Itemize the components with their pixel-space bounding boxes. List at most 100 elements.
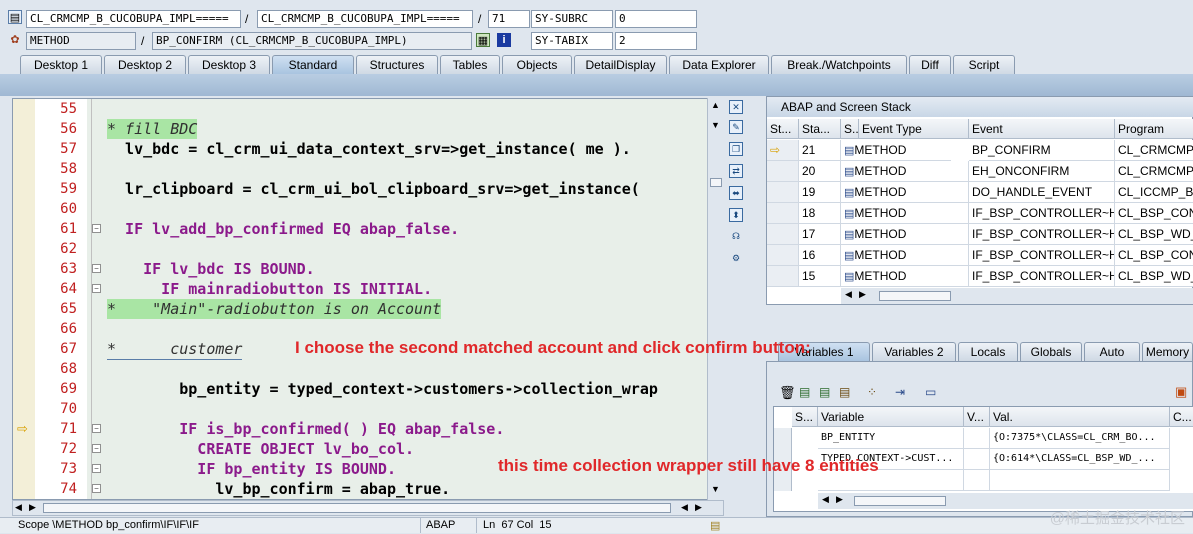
info-icon[interactable]: i: [497, 33, 511, 47]
col-header[interactable]: Program: [1115, 119, 1193, 139]
tab-detaildisplay[interactable]: DetailDisplay: [574, 55, 667, 74]
event-field[interactable]: BP_CONFIRM (CL_CRMCMP_B_CUCOBUPA_IMPL): [152, 32, 472, 50]
fold-toggle-icon[interactable]: −: [92, 464, 101, 473]
fold-toggle-icon[interactable]: −: [92, 264, 101, 273]
stack-program: CL_CRMCMP_B: [1115, 161, 1193, 182]
notes-icon[interactable]: ▤: [710, 519, 720, 534]
col-header[interactable]: Event: [969, 119, 1115, 139]
col-header[interactable]: St...: [767, 119, 799, 139]
save-icon[interactable]: ▣: [1175, 384, 1187, 400]
scroll-left-icon[interactable]: ◀: [822, 494, 829, 505]
scroll-thumb[interactable]: [43, 503, 671, 513]
col-header[interactable]: V...: [964, 407, 990, 427]
code-line-73: IF bp_entity IS BOUND.: [107, 460, 396, 478]
tab-variables-2[interactable]: Variables 2: [872, 342, 956, 361]
fold-toggle-icon[interactable]: −: [92, 484, 101, 493]
tab-diff[interactable]: Diff: [909, 55, 951, 74]
watermark: @稀土掘金技术社区: [1049, 510, 1185, 527]
code-line-74: lv_bp_confirm = abap_true.: [107, 480, 451, 498]
tab-globals[interactable]: Globals: [1020, 342, 1082, 361]
list-icon[interactable]: ▤: [799, 385, 810, 399]
tab-auto[interactable]: Auto: [1084, 342, 1140, 361]
sysval-field[interactable]: 0: [615, 10, 697, 28]
include-field[interactable]: CL_CRMCMP_B_CUCOBUPA_IMPL=====: [257, 10, 473, 28]
delete-icon[interactable]: 🗑: [779, 385, 796, 401]
fold-toggle-icon[interactable]: −: [92, 424, 101, 433]
tab-objects[interactable]: Objects: [502, 55, 572, 74]
tab-locals[interactable]: Locals: [958, 342, 1018, 361]
list-icon[interactable]: ▤: [839, 385, 850, 399]
sysval2-field[interactable]: 2: [615, 32, 697, 50]
var-value-empty[interactable]: [990, 470, 1170, 491]
tab-script[interactable]: Script: [953, 55, 1015, 74]
col-header[interactable]: C...: [1170, 407, 1193, 427]
col-header[interactable]: S...: [792, 407, 818, 427]
tab-breakpoints[interactable]: Break./Watchpoints: [771, 55, 907, 74]
fold-toggle-icon[interactable]: −: [92, 444, 101, 453]
current-stack-arrow-icon: ⇨: [767, 140, 799, 161]
tab-standard[interactable]: Standard: [272, 55, 354, 74]
breakpoint-gutter[interactable]: [13, 99, 35, 499]
scroll-left-icon[interactable]: ◀: [845, 289, 852, 300]
event-type-field[interactable]: METHOD: [26, 32, 136, 50]
scroll-left-icon[interactable]: ◀: [681, 502, 688, 513]
position-text: Ln 67 Col 15: [483, 519, 552, 531]
sysvar-field[interactable]: SY-SUBRC: [531, 10, 613, 28]
scope-text: Scope \METHOD bp_confirm\IF\IF\IF: [18, 519, 199, 531]
tab-structures[interactable]: Structures: [356, 55, 438, 74]
scroll-right-icon[interactable]: ▶: [836, 494, 843, 505]
grid-icon[interactable]: ⁘: [867, 385, 877, 399]
scroll-right-icon[interactable]: ▶: [859, 289, 866, 300]
folder-icon[interactable]: ▭: [925, 385, 936, 399]
copy-icon[interactable]: ❐: [729, 142, 743, 156]
var-name[interactable]: BP_ENTITY: [818, 428, 964, 449]
tab-tables[interactable]: Tables: [440, 55, 500, 74]
fold-toggle-icon[interactable]: −: [92, 284, 101, 293]
source-editor[interactable]: 55 56 57 58 59 60 61 62 63 64 65 66 67 6…: [12, 98, 724, 500]
maximize-icon[interactable]: ⬌: [729, 186, 743, 200]
tools-icon[interactable]: ⚙: [729, 252, 743, 266]
col-header[interactable]: S...: [841, 119, 859, 139]
scroll-right-icon[interactable]: ▶: [695, 502, 702, 513]
sysvar2-field[interactable]: SY-TABIX: [531, 32, 613, 50]
scroll-thumb[interactable]: [710, 178, 722, 187]
close-icon[interactable]: ✕: [729, 100, 743, 114]
line-field[interactable]: 71: [488, 10, 530, 28]
scroll-up-icon[interactable]: ▲: [711, 100, 720, 110]
scroll-down-icon[interactable]: ▼: [711, 120, 720, 130]
scroll-left-icon[interactable]: ◀: [15, 502, 22, 513]
var-value[interactable]: {O:614*\CLASS=CL_BSP_WD_...: [990, 449, 1170, 470]
scroll-thumb[interactable]: [879, 291, 951, 301]
editor-horizontal-scrollbar[interactable]: ◀ ▶ ◀ ▶: [12, 500, 724, 516]
code-line-71: IF is_bp_confirmed( ) EQ abap_false.: [107, 420, 505, 438]
tab-memory[interactable]: Memory: [1142, 342, 1193, 361]
scroll-thumb[interactable]: [854, 496, 946, 506]
tab-desktop-3[interactable]: Desktop 3: [188, 55, 270, 74]
var-value[interactable]: {O:7375*\CLASS=CL_CRM_BO...: [990, 428, 1170, 449]
scroll-down-icon[interactable]: ▼: [711, 484, 720, 494]
stack-event: DO_HANDLE_EVENT: [969, 182, 1115, 203]
scroll-right-icon[interactable]: ▶: [29, 502, 36, 513]
tab-data-explorer[interactable]: Data Explorer: [669, 55, 769, 74]
fold-toggle-icon[interactable]: −: [92, 224, 101, 233]
list-icon[interactable]: ▤: [819, 385, 830, 399]
code-line-67: * customer: [107, 340, 243, 360]
stack-event: IF_BSP_CONTROLLER~H...: [969, 266, 1115, 287]
tab-desktop-2[interactable]: Desktop 2: [104, 55, 186, 74]
col-header[interactable]: Val.: [990, 407, 1170, 427]
editor-vertical-scrollbar[interactable]: ▲ ▼ ▼: [707, 98, 724, 500]
export-icon[interactable]: ⇥: [895, 385, 905, 399]
stack-type-cell: ▤METHOD: [841, 224, 969, 245]
col-header[interactable]: Event Type: [859, 119, 969, 139]
stack-hscroll[interactable]: ◀ ▶: [841, 288, 1193, 304]
stack-level: 18: [799, 203, 841, 224]
resize-icon[interactable]: ⬍: [729, 208, 743, 222]
headset-icon[interactable]: ☊: [729, 230, 743, 244]
display-icon[interactable]: ▦: [476, 33, 490, 47]
program-field[interactable]: CL_CRMCMP_B_CUCOBUPA_IMPL=====: [26, 10, 241, 28]
new-window-icon[interactable]: ✎: [729, 120, 743, 134]
col-header[interactable]: Sta...: [799, 119, 841, 139]
swap-icon[interactable]: ⇄: [729, 164, 743, 178]
col-header[interactable]: Variable: [818, 407, 964, 427]
tab-desktop-1[interactable]: Desktop 1: [20, 55, 102, 74]
